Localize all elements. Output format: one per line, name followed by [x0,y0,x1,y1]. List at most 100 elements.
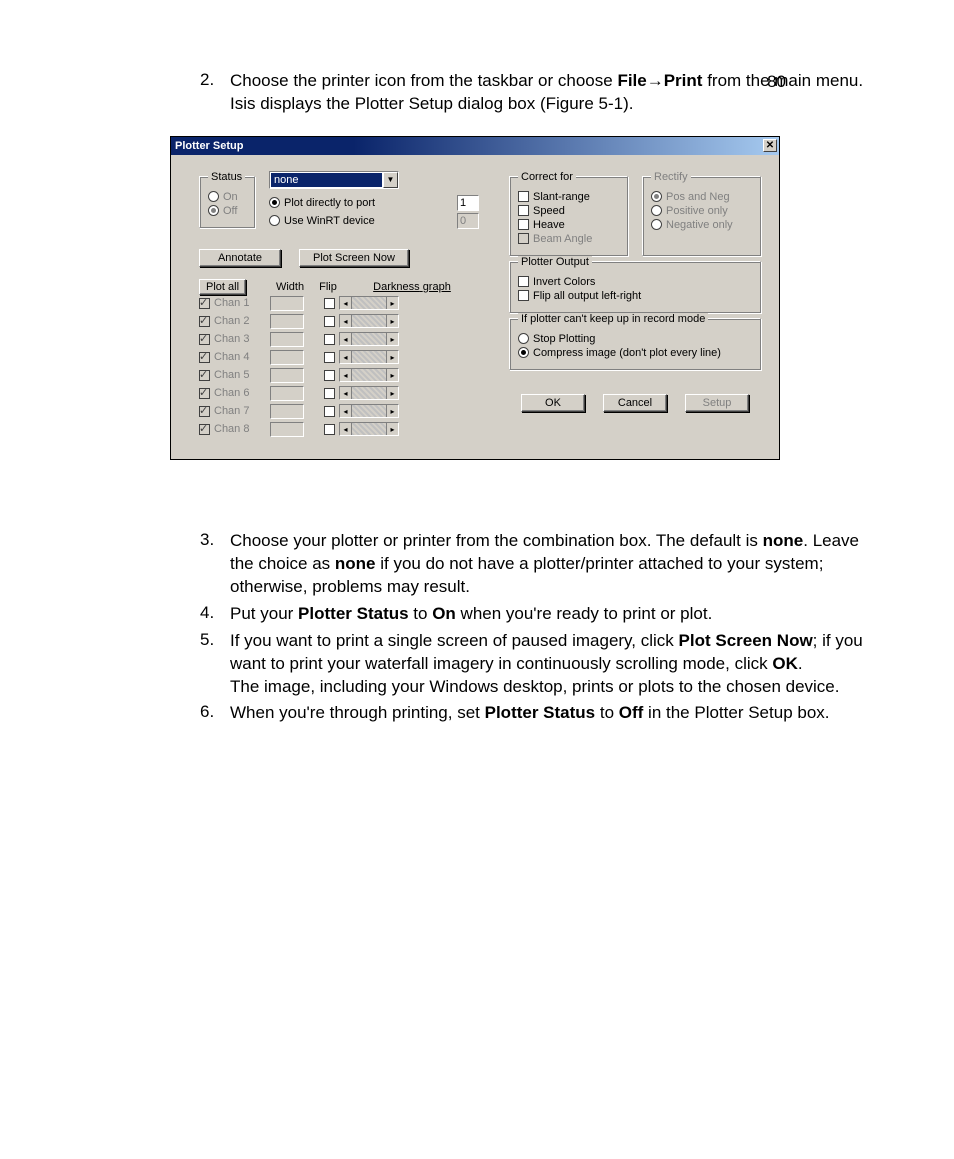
chevron-down-icon[interactable]: ▼ [383,172,398,188]
slant-check[interactable] [518,191,529,202]
flip-check[interactable] [324,316,335,327]
invert-check[interactable] [518,276,529,287]
list-number: 5. [200,630,230,699]
plotter-combo[interactable]: none ▼ [269,171,399,189]
darkness-slider[interactable]: ◂▸ [339,404,399,418]
speed-label: Speed [533,205,565,217]
chan-label: Chan 8 [214,423,266,435]
channel-row: Chan 7 ◂▸ [199,404,479,419]
chan-check[interactable] [199,388,210,399]
chan-label: Chan 4 [214,351,266,363]
darkness-slider[interactable]: ◂▸ [339,296,399,310]
speed-check[interactable] [518,205,529,216]
pos-only-label: Positive only [666,205,728,217]
rectify-group: Rectify Pos and Neg Positive only Negati… [642,171,761,256]
beam-label: Beam Angle [533,233,592,245]
keep-up-group: If plotter can't keep up in record mode … [509,313,761,370]
chan-check[interactable] [199,406,210,417]
channel-row: Chan 5 ◂▸ [199,368,479,383]
annotate-button[interactable]: Annotate [199,249,281,267]
compress-radio[interactable] [518,347,529,358]
list-number: 6. [200,702,230,725]
plot-screen-now-button[interactable]: Plot Screen Now [299,249,409,267]
darkness-slider[interactable]: ◂▸ [339,314,399,328]
flip-check[interactable] [324,406,335,417]
setup-button[interactable]: Setup [685,394,749,412]
dialog-title: Plotter Setup [175,140,243,152]
neg-only-radio [651,219,662,230]
plot-direct-radio[interactable] [269,197,280,208]
plotter-output-group: Plotter Output Invert Colors Flip all ou… [509,256,761,313]
heave-check[interactable] [518,219,529,230]
width-input[interactable] [270,350,304,365]
combo-value: none [271,173,382,187]
channel-row: Chan 2 ◂▸ [199,314,479,329]
step-4-text: Put your Plotter Status to On when you'r… [230,603,864,626]
darkness-slider[interactable]: ◂▸ [339,422,399,436]
chan-label: Chan 7 [214,405,266,417]
chan-check[interactable] [199,424,210,435]
flip-output-check[interactable] [518,290,529,301]
width-input[interactable] [270,422,304,437]
status-off-label: Off [223,205,237,217]
flip-check[interactable] [324,334,335,345]
slant-label: Slant-range [533,191,590,203]
invert-label: Invert Colors [533,276,595,288]
flip-check[interactable] [324,424,335,435]
width-input[interactable] [270,332,304,347]
chan-check[interactable] [199,298,210,309]
winrt-input [457,213,479,229]
chan-check[interactable] [199,370,210,381]
channel-row: Chan 3 ◂▸ [199,332,479,347]
status-on-radio[interactable] [208,191,219,202]
use-winrt-radio[interactable] [269,215,280,226]
step-6-text: When you're through printing, set Plotte… [230,702,864,725]
list-number: 2. [200,70,230,116]
pos-neg-radio [651,191,662,202]
flip-check[interactable] [324,352,335,363]
darkness-slider[interactable]: ◂▸ [339,386,399,400]
chan-check[interactable] [199,334,210,345]
step-3-text: Choose your plotter or printer from the … [230,530,864,599]
list-number: 3. [200,530,230,599]
width-input[interactable] [270,296,304,311]
pos-neg-label: Pos and Neg [666,191,730,203]
flip-check[interactable] [324,298,335,309]
width-input[interactable] [270,368,304,383]
width-input[interactable] [270,314,304,329]
darkness-slider[interactable]: ◂▸ [339,368,399,382]
chan-label: Chan 2 [214,315,266,327]
status-off-radio[interactable] [208,205,219,216]
close-icon[interactable]: ✕ [763,139,777,152]
keepup-legend: If plotter can't keep up in record mode [518,313,708,325]
use-winrt-label: Use WinRT device [284,215,375,227]
width-input[interactable] [270,404,304,419]
flip-check[interactable] [324,370,335,381]
page-number: 80 [767,72,786,92]
neg-only-label: Negative only [666,219,733,231]
channel-row: Chan 4 ◂▸ [199,350,479,365]
chan-label: Chan 1 [214,297,266,309]
rectify-legend: Rectify [651,171,691,183]
plot-all-button[interactable]: Plot all [199,279,246,295]
list-number: 4. [200,603,230,626]
ok-button[interactable]: OK [521,394,585,412]
pos-only-radio [651,205,662,216]
darkness-slider[interactable]: ◂▸ [339,350,399,364]
status-on-label: On [223,191,238,203]
step-5-text: If you want to print a single screen of … [230,630,864,699]
width-input[interactable] [270,386,304,401]
chan-check[interactable] [199,352,210,363]
flip-check[interactable] [324,388,335,399]
chan-label: Chan 5 [214,369,266,381]
chan-label: Chan 3 [214,333,266,345]
correct-for-group: Correct for Slant-range Speed Heave Beam… [509,171,628,256]
darkness-header: Darkness [373,281,419,293]
flip-header: Flip [315,281,341,293]
stop-plot-radio[interactable] [518,333,529,344]
port-input[interactable] [457,195,479,211]
darkness-slider[interactable]: ◂▸ [339,332,399,346]
dialog-titlebar[interactable]: Plotter Setup ✕ [171,137,779,155]
chan-check[interactable] [199,316,210,327]
cancel-button[interactable]: Cancel [603,394,667,412]
